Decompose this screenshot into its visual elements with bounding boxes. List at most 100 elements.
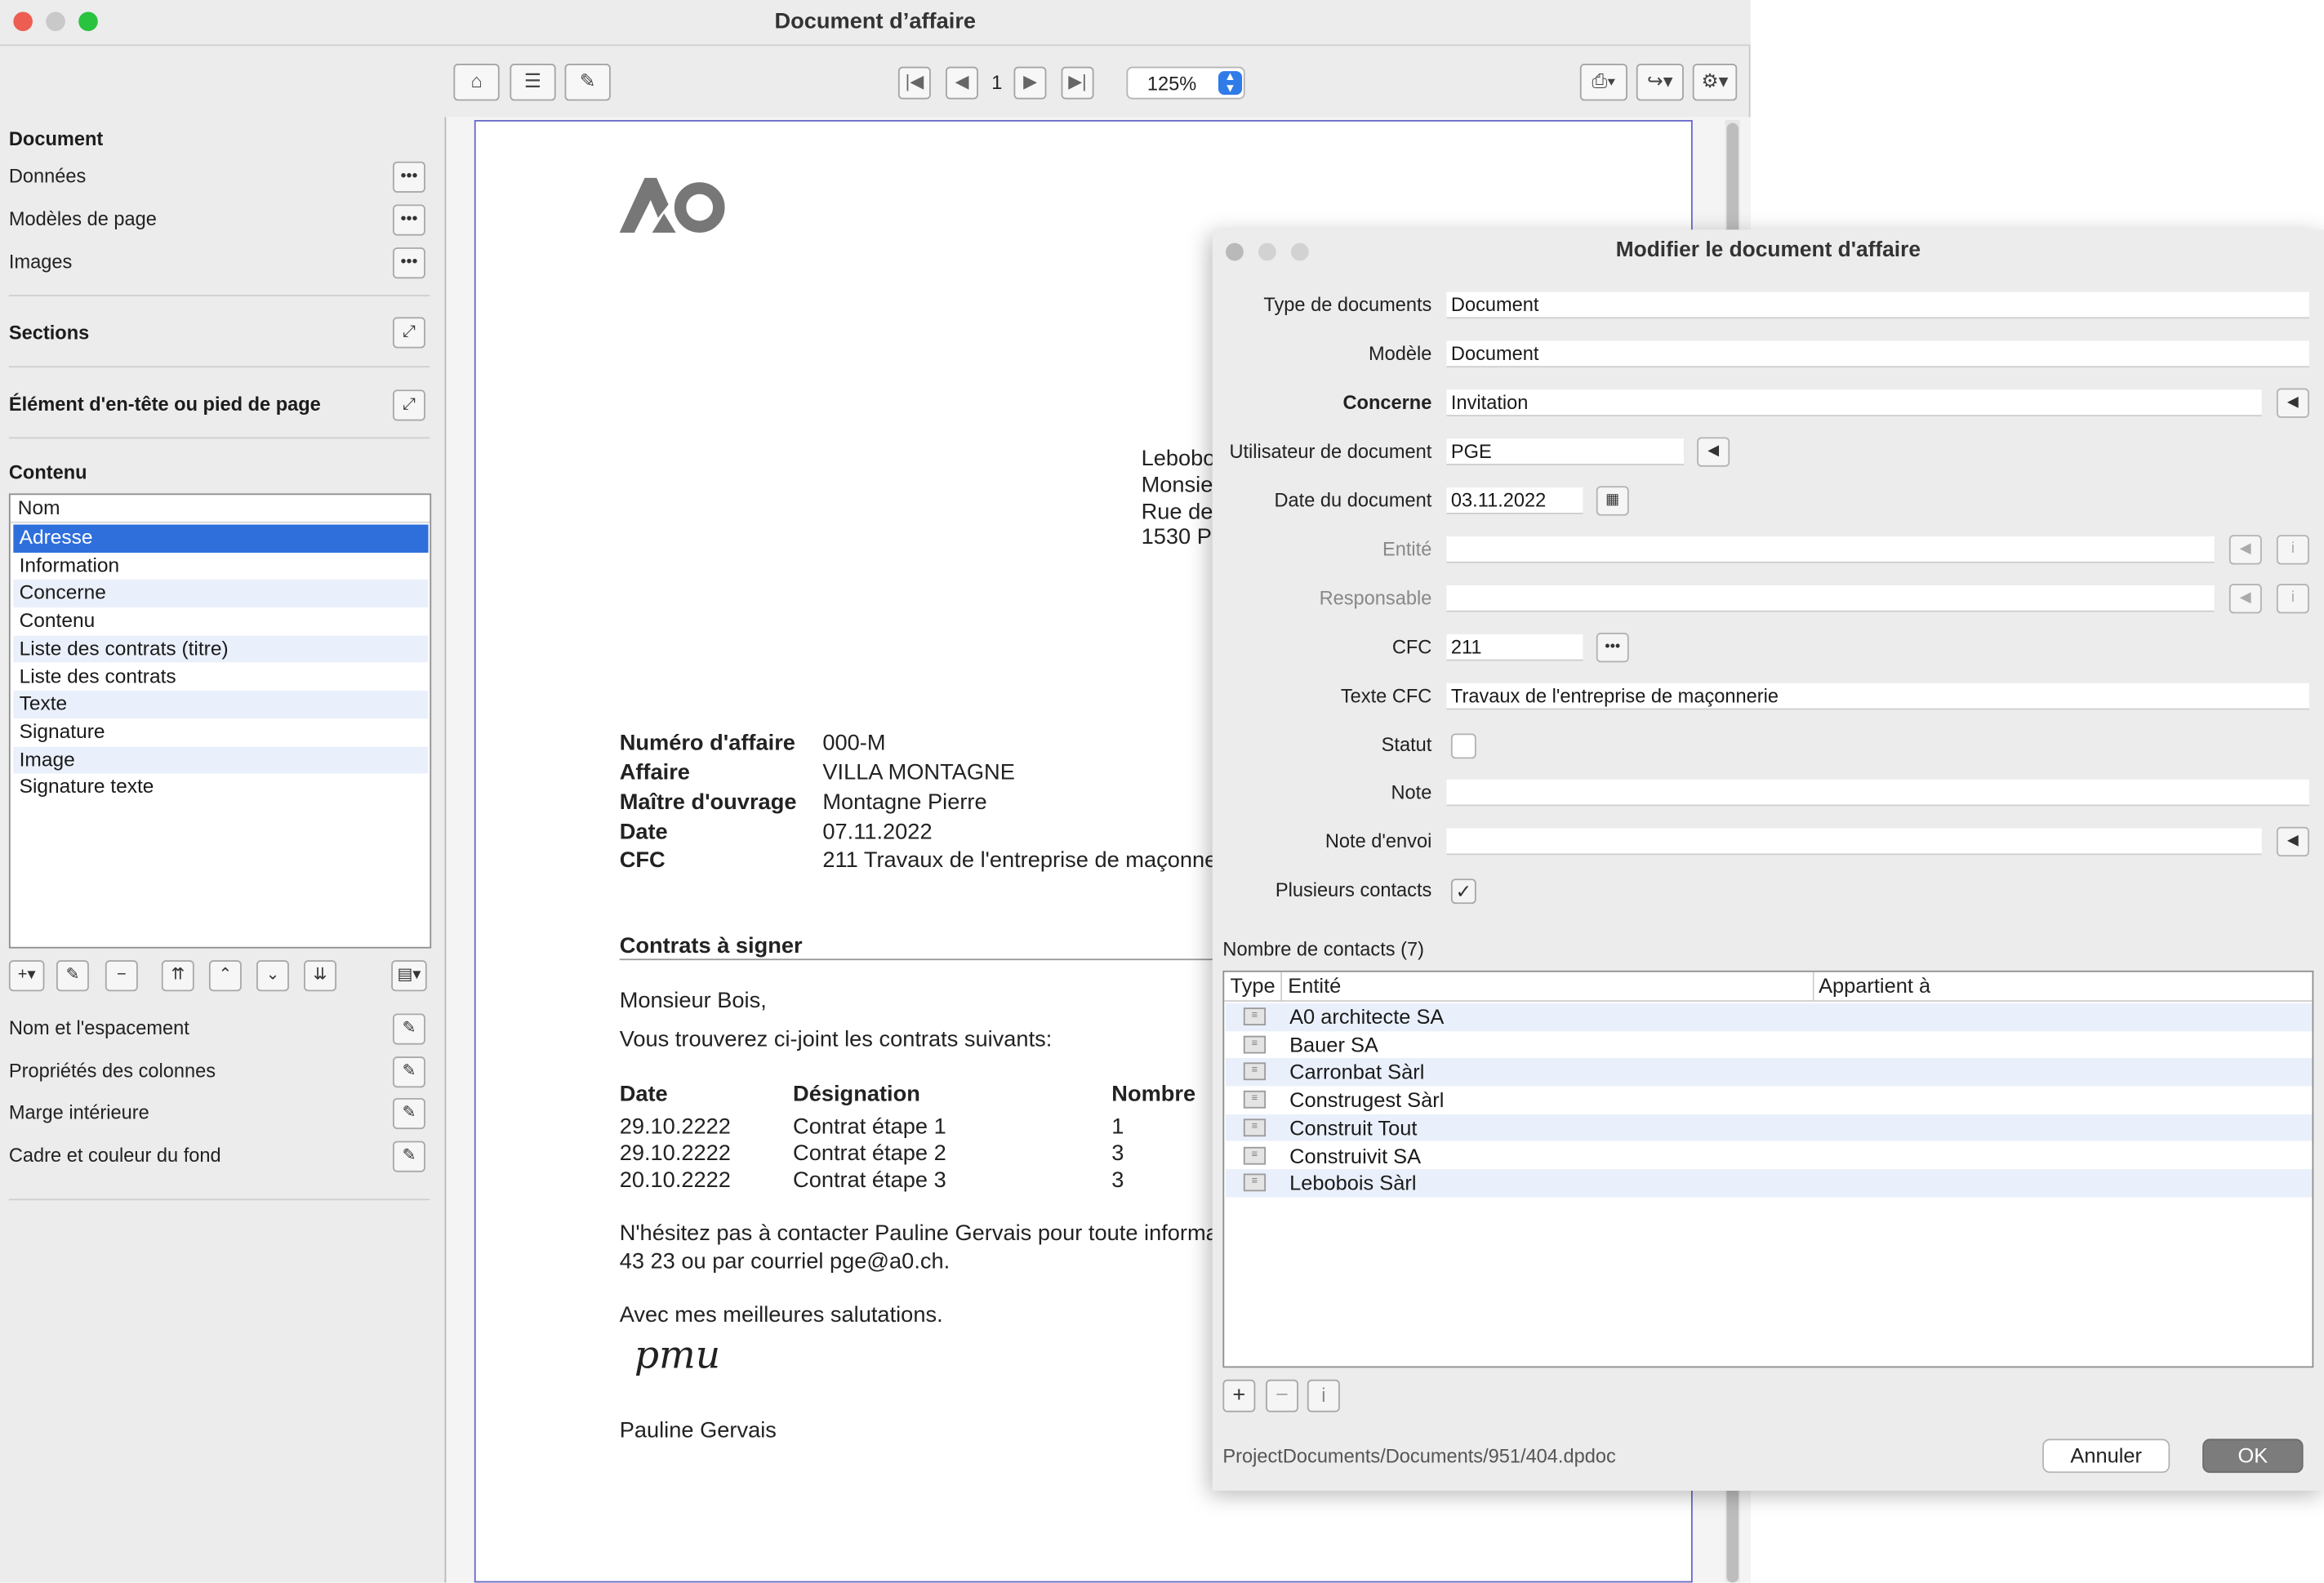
prop-margin-edit-button[interactable]: ✎ [392, 1097, 425, 1130]
prop-frame-edit-button[interactable]: ✎ [392, 1141, 425, 1172]
concerne-field[interactable]: Invitation [1446, 389, 2262, 417]
column-header-type[interactable]: Type [1230, 972, 1275, 1000]
prop-frame-label: Cadre et couleur du fond [8, 1144, 221, 1167]
remove-item-button[interactable]: − [105, 960, 138, 992]
responsable-info-button[interactable]: i [2276, 584, 2309, 614]
table-row[interactable]: ≡ Bauer SA [1226, 1031, 2312, 1059]
list-item[interactable]: Signature [13, 718, 428, 746]
entite-info-button[interactable]: i [2276, 535, 2309, 565]
list-item[interactable]: Adresse [13, 524, 429, 553]
document-path: ProjectDocuments/Documents/951/404.dpdoc [1222, 1444, 1616, 1467]
share-button[interactable]: ↪▾ [1636, 64, 1684, 101]
contacts-table[interactable]: Type Entité Appartient à ≡ A0 architecte … [1222, 970, 2314, 1368]
edit-item-button[interactable]: ✎ [56, 960, 89, 992]
list-item[interactable]: Contenu [13, 607, 428, 635]
utilisateur-menu-button[interactable]: ◀ [1697, 437, 1730, 467]
cfc-field[interactable]: 211 [1446, 634, 1583, 661]
responsable-field[interactable] [1446, 585, 2215, 612]
list-item[interactable]: Image [13, 746, 429, 774]
sections-expand-button[interactable]: ⤢ [392, 317, 425, 349]
images-more-button[interactable]: ••• [392, 247, 425, 279]
texte-cfc-field[interactable]: Travaux de l'entreprise de maçonnerie [1446, 683, 2309, 710]
plusieurs-checkbox[interactable]: ✓ [1450, 878, 1476, 905]
list-item[interactable]: Texte [13, 691, 429, 719]
type-label: Type de documents [1263, 293, 1432, 316]
modele-field[interactable]: Document [1446, 340, 2309, 368]
column-header-appartient[interactable]: Appartient à [1819, 972, 1930, 1000]
ok-button[interactable]: OK [2202, 1438, 2304, 1474]
note-field[interactable] [1446, 779, 2309, 807]
cancel-button[interactable]: Annuler [2042, 1438, 2170, 1474]
move-bottom-button[interactable]: ⇊ [304, 960, 337, 992]
info-label: Date [619, 819, 668, 845]
prop-spacing-edit-button[interactable]: ✎ [392, 1013, 425, 1045]
prop-columns-edit-button[interactable]: ✎ [392, 1056, 425, 1088]
ellipsis-icon: ••• [1605, 638, 1621, 656]
export-pdf-button[interactable]: ⎙▾ [1579, 64, 1627, 101]
previous-page-button[interactable]: ◀ [946, 66, 978, 100]
add-item-button[interactable]: +▾ [8, 960, 45, 992]
preview-button[interactable]: ⌂ [453, 64, 500, 101]
table-cell: 1 [1111, 1114, 1124, 1140]
checkmark-icon: ✓ [1455, 880, 1472, 903]
first-page-button[interactable]: |◀ [897, 66, 931, 100]
concerne-label: Concerne [1342, 391, 1432, 414]
entite-field[interactable] [1446, 536, 2215, 563]
list-item[interactable]: Information [13, 552, 428, 580]
note-envoi-menu-button[interactable]: ◀ [2276, 826, 2309, 857]
donnees-more-button[interactable]: ••• [392, 161, 425, 193]
column-divider [1280, 972, 1283, 1002]
last-page-button[interactable]: ▶| [1061, 66, 1094, 100]
table-row[interactable]: ≡ Construgest Sàrl [1226, 1087, 2312, 1114]
note-envoi-field[interactable] [1446, 828, 2262, 856]
settings-sliders-button[interactable]: ☰ [510, 64, 556, 101]
zoom-select[interactable]: 125% ▲ ▼ [1126, 66, 1245, 100]
concerne-menu-button[interactable]: ◀ [2276, 388, 2309, 418]
list-item[interactable]: Concerne [13, 580, 429, 608]
table-row[interactable]: ≡ A0 architecte SA [1226, 1003, 2313, 1031]
entite-menu-button[interactable]: ◀ [2228, 535, 2262, 565]
date-field[interactable]: 03.11.2022 [1446, 487, 1583, 514]
table-row[interactable]: ≡ Construit Tout [1226, 1114, 2313, 1142]
list-item[interactable]: Signature texte [13, 774, 428, 802]
responsable-label: Responsable [1319, 586, 1432, 609]
modeles-more-button[interactable]: ••• [392, 204, 425, 236]
pencil-icon: ✎ [402, 1062, 416, 1081]
table-header-date: Date [619, 1081, 668, 1107]
table-row[interactable]: ≡ Lebobois Sàrl [1226, 1169, 2313, 1198]
utilisateur-field[interactable]: PGE [1446, 438, 1684, 465]
table-row[interactable]: ≡ Carronbat Sàrl [1226, 1058, 2313, 1087]
info-label: CFC [619, 847, 666, 874]
header-element-expand-button[interactable]: ⤢ [392, 389, 425, 421]
table-row[interactable]: ≡ Construivit SA [1226, 1141, 2312, 1169]
divider [8, 366, 430, 368]
list-item[interactable]: Liste des contrats [13, 663, 428, 691]
calendar-button[interactable]: ▦ [1596, 486, 1629, 516]
add-contact-button[interactable]: + [1222, 1379, 1256, 1412]
chevron-down-icon: ⌄ [265, 966, 280, 985]
responsable-menu-button[interactable]: ◀ [2228, 584, 2262, 614]
content-list[interactable]: Nom Adresse Information Concerne Contenu Lis… [8, 493, 432, 949]
contact-info-button[interactable]: i [1307, 1379, 1340, 1412]
paste-button[interactable]: ▤▾ [391, 960, 427, 992]
edit-button[interactable]: ✎ [564, 64, 611, 101]
texte-cfc-label: Texte CFC [1340, 684, 1432, 707]
subject-rule [619, 958, 1243, 961]
info-value: VILLA MONTAGNE [822, 760, 1015, 785]
remove-contact-button[interactable]: − [1266, 1379, 1298, 1412]
window-title: Document d’affaire [774, 8, 977, 34]
list-item[interactable]: Liste des contrats (titre) [13, 635, 429, 664]
type-field[interactable]: Document [1446, 291, 2309, 319]
calendar-icon: ▦ [1605, 491, 1620, 509]
column-header-entite[interactable]: Entité [1288, 972, 1341, 1000]
next-page-button[interactable]: ▶ [1013, 66, 1047, 100]
list-header[interactable]: Nom [10, 495, 430, 523]
table-cell: 29.10.2222 [619, 1114, 731, 1140]
move-up-button[interactable]: ⌃ [208, 960, 242, 992]
gear-button[interactable]: ⚙▾ [1692, 64, 1738, 101]
statut-checkbox[interactable] [1450, 733, 1476, 759]
move-top-button[interactable]: ⇈ [161, 960, 194, 992]
signature-script: pmu [634, 1333, 721, 1378]
move-down-button[interactable]: ⌄ [256, 960, 289, 992]
cfc-more-button[interactable]: ••• [1596, 633, 1629, 663]
